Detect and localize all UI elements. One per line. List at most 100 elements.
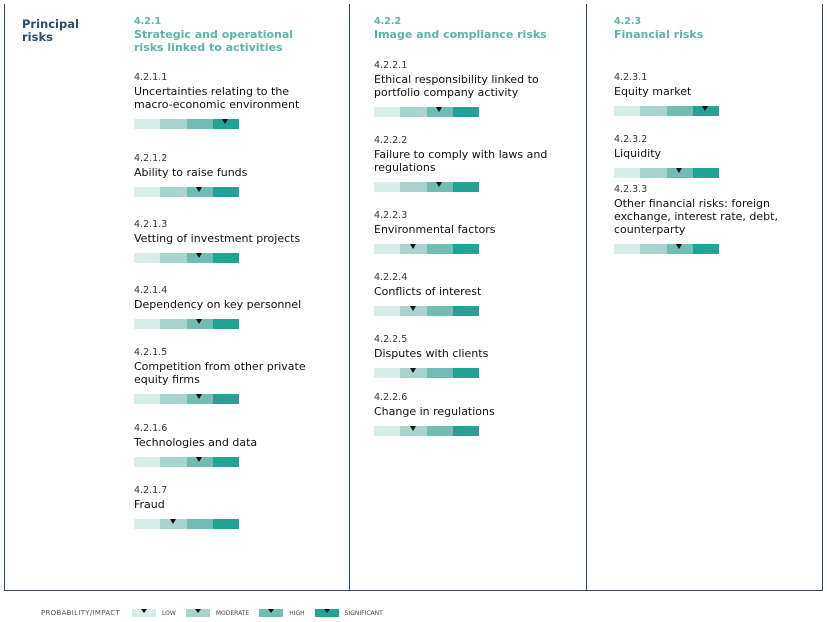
risk-level-bar <box>374 368 479 378</box>
risk-level-bar <box>134 119 239 129</box>
risk-item: 4.2.2.3 Environmental factors <box>374 210 589 254</box>
legend-swatch <box>185 609 210 617</box>
risk-level-segment <box>374 306 401 316</box>
risk-level-segment <box>426 306 453 316</box>
risk-level-bar <box>374 426 479 436</box>
risk-level-segment <box>186 119 213 129</box>
risk-level-segment <box>160 253 187 263</box>
legend-swatch <box>132 609 157 617</box>
legend-label: MODERATE <box>215 609 250 617</box>
legend-label: SIGNIFICANT <box>344 609 383 617</box>
risk-level-segment <box>160 119 187 129</box>
risk-level-segment <box>212 253 239 263</box>
risk-level-segment <box>614 244 641 254</box>
risk-item-title: Liquidity <box>614 147 662 160</box>
risk-item-title: Change in regulations <box>374 405 495 418</box>
risk-level-segment <box>212 457 239 467</box>
column-number: 4.2.1 <box>134 16 162 27</box>
risk-column-image-compliance: 4.2.2 Image and compliance risks 4.2.2.1… <box>374 16 589 436</box>
risk-level-segment <box>160 187 187 197</box>
risk-level-segment <box>212 394 239 404</box>
risk-level-marker <box>436 107 443 112</box>
risk-item-number: 4.2.1.5 <box>134 347 168 358</box>
risk-item-number: 4.2.1.3 <box>134 219 168 230</box>
risk-item-number: 4.2.1.4 <box>134 285 168 296</box>
legend-swatch <box>259 609 284 617</box>
risk-item-number: 4.2.1.1 <box>134 72 168 83</box>
risk-level-segment <box>134 187 161 197</box>
column-title: Financial risks <box>614 28 704 41</box>
risk-level-bar <box>134 187 239 197</box>
risk-level-bar <box>374 107 479 117</box>
risk-level-segment <box>400 182 427 192</box>
risk-level-bar <box>374 244 479 254</box>
risk-column-strategic: 4.2.1 Strategic and operational risks li… <box>134 16 349 529</box>
risk-level-segment <box>666 106 693 116</box>
risk-level-segment <box>160 319 187 329</box>
legend-item: HIGH <box>259 609 305 617</box>
risk-level-segment <box>452 426 479 436</box>
legend-marker <box>323 609 330 613</box>
risk-item-title: Ability to raise funds <box>134 166 248 179</box>
risk-item-number: 4.2.3.1 <box>614 72 648 83</box>
risk-level-marker <box>409 306 416 311</box>
risk-item: 4.2.2.4 Conflicts of interest <box>374 272 589 316</box>
risk-level-bar <box>614 106 719 116</box>
risk-item-number: 4.2.2.3 <box>374 210 408 221</box>
risk-level-bar <box>374 182 479 192</box>
risk-level-segment <box>426 368 453 378</box>
column-divider <box>349 4 350 590</box>
risk-level-marker <box>222 119 229 124</box>
risk-level-segment <box>134 319 161 329</box>
risk-item: 4.2.1.4 Dependency on key personnel <box>134 285 349 329</box>
risk-level-marker <box>436 182 443 187</box>
legend: PROBABILITY/IMPACT LOW MODERATE HIGH SIGNIF… <box>41 609 393 617</box>
risk-item-number: 4.2.1.6 <box>134 423 168 434</box>
risk-item: 4.2.2.5 Disputes with clients <box>374 334 589 378</box>
legend-label: LOW <box>162 609 176 617</box>
risk-level-marker <box>196 394 203 399</box>
risk-item-title: Dependency on key personnel <box>134 298 302 311</box>
risk-level-bar <box>134 253 239 263</box>
risk-item: 4.2.2.1 Ethical responsibility linked to … <box>374 60 589 117</box>
risk-item-title: Fraud <box>134 498 165 511</box>
risk-level-segment <box>160 457 187 467</box>
risk-level-bar <box>134 519 239 529</box>
risk-item: 4.2.2.2 Failure to comply with laws and r… <box>374 135 589 192</box>
legend-item: LOW <box>132 609 176 617</box>
risk-level-marker <box>409 426 416 431</box>
risk-level-segment <box>134 253 161 263</box>
risk-level-marker <box>196 319 203 324</box>
risk-level-segment <box>374 182 401 192</box>
risk-level-segment <box>452 306 479 316</box>
risk-level-segment <box>374 426 401 436</box>
risk-item: 4.2.1.3 Vetting of investment projects <box>134 219 349 263</box>
risk-level-segment <box>692 244 719 254</box>
risk-item-number: 4.2.2.5 <box>374 334 408 345</box>
risk-item-title: Conflicts of interest <box>374 285 482 298</box>
risk-level-segment <box>640 244 667 254</box>
legend-item: MODERATE <box>185 609 250 617</box>
risk-level-segment <box>614 168 641 178</box>
risk-level-segment <box>374 107 401 117</box>
risk-level-marker <box>409 244 416 249</box>
risk-level-marker <box>676 168 683 173</box>
risk-level-segment <box>134 519 161 529</box>
risk-item: 4.2.1.5 Competition from other private eq… <box>134 347 349 404</box>
risk-item: 4.2.3.2 Liquidity <box>614 134 827 178</box>
risk-level-segment <box>640 106 667 116</box>
risk-level-bar <box>134 394 239 404</box>
risk-level-segment <box>452 368 479 378</box>
risk-level-marker <box>196 457 203 462</box>
risk-level-segment <box>134 457 161 467</box>
risk-level-segment <box>212 187 239 197</box>
risk-item: 4.2.1.2 Ability to raise funds <box>134 153 349 197</box>
risk-item-title: Vetting of investment projects <box>134 232 301 245</box>
legend-title: PROBABILITY/IMPACT <box>41 609 121 617</box>
risk-level-segment <box>614 106 641 116</box>
risk-item: 4.2.3.1 Equity market <box>614 72 827 116</box>
risk-item: 4.2.3.3 Other financial risks: foreign ex… <box>614 184 827 254</box>
risk-level-bar <box>614 244 719 254</box>
risk-item-title: Other financial risks: foreign exchange,… <box>614 197 778 236</box>
risk-level-segment <box>426 244 453 254</box>
